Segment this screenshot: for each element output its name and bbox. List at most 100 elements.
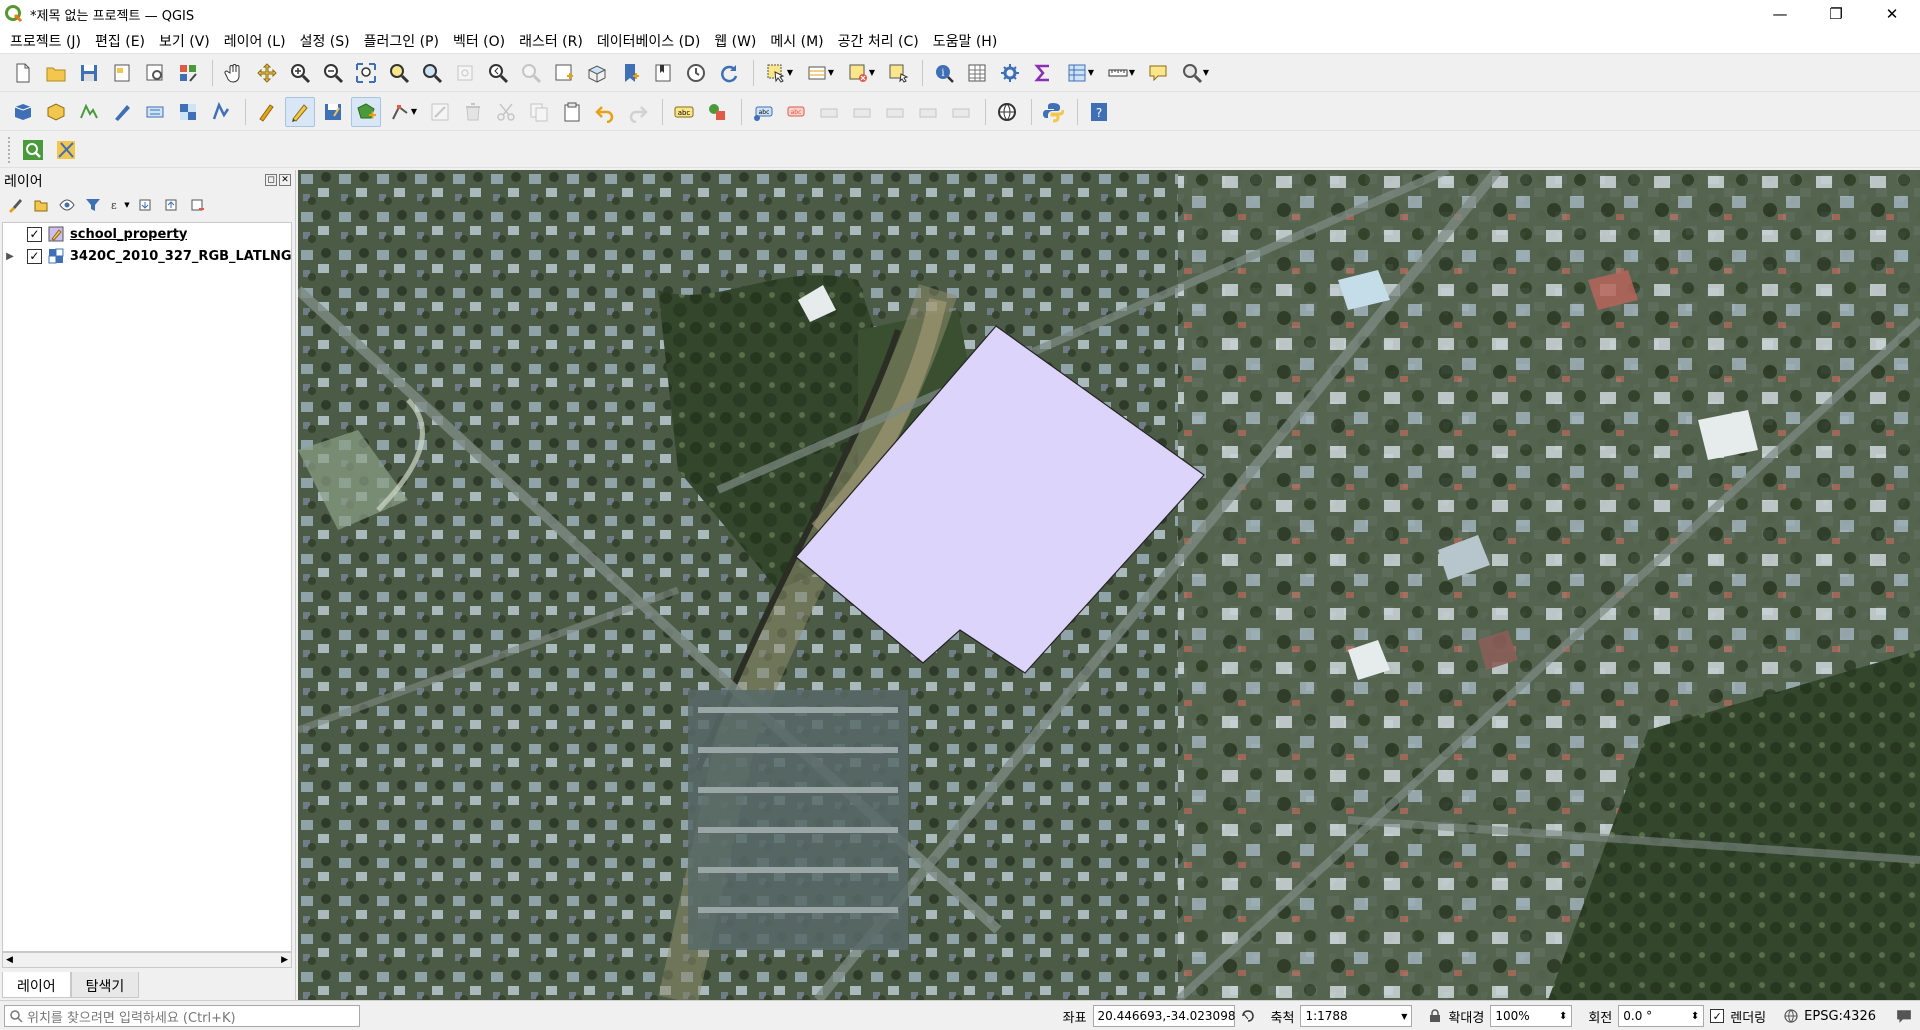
cut-features-button[interactable] — [491, 97, 521, 127]
attribute-table-button[interactable] — [962, 58, 992, 88]
select-by-location-button[interactable] — [883, 58, 913, 88]
new-print-layout-button[interactable] — [107, 58, 137, 88]
data-source-manager-button[interactable] — [8, 97, 38, 127]
filter-legend-button[interactable] — [82, 194, 104, 216]
expand-all-button[interactable] — [134, 194, 156, 216]
magnifier-spinbox[interactable]: 100% ⬍ — [1490, 1005, 1573, 1027]
delete-selected-button[interactable] — [458, 97, 488, 127]
map-tips-button[interactable] — [1143, 58, 1173, 88]
style-manager-button[interactable] — [173, 58, 203, 88]
panel-float-button[interactable]: ◻ — [265, 174, 277, 186]
manage-map-themes-button[interactable] — [56, 194, 78, 216]
zoom-last-button[interactable] — [483, 58, 513, 88]
layer-item-school-property[interactable]: ✓ school_property — [3, 223, 291, 245]
menu-vector[interactable]: 벡터 (O) — [449, 31, 515, 51]
modify-attributes-button[interactable] — [425, 97, 455, 127]
layer-visibility-checkbox[interactable]: ✓ — [27, 226, 42, 242]
open-project-button[interactable] — [41, 58, 71, 88]
tab-layers[interactable]: 레이어 — [2, 972, 71, 998]
refresh-button[interactable] — [714, 58, 744, 88]
lock-scale-icon[interactable] — [1428, 1009, 1442, 1023]
new-virtual-layer-button[interactable] — [140, 97, 170, 127]
open-field-calculator-button[interactable]: ▼ — [1061, 58, 1099, 88]
menu-settings[interactable]: 설정 (S) — [296, 31, 360, 51]
show-unplaced-labels-button[interactable] — [946, 97, 976, 127]
processing-toolbox-button[interactable] — [995, 58, 1025, 88]
vertex-tool-button[interactable]: ▼ — [384, 97, 422, 127]
menu-layer[interactable]: 레이어 (L) — [220, 31, 296, 51]
minimize-button[interactable]: — — [1752, 0, 1808, 28]
close-button[interactable]: ✕ — [1864, 0, 1920, 28]
crs-globe-icon[interactable] — [1784, 1009, 1798, 1023]
measure-line-button[interactable]: ▼ — [1102, 58, 1140, 88]
spin-arrows-icon[interactable]: ⬍ — [1691, 1011, 1699, 1022]
new-spatial-bookmark-button[interactable] — [615, 58, 645, 88]
add-polygon-feature-button[interactable] — [351, 96, 381, 127]
rotate-label-button[interactable] — [847, 97, 877, 127]
save-project-button[interactable] — [74, 58, 104, 88]
current-edits-button[interactable] — [252, 97, 282, 127]
new-3d-map-view-button[interactable] — [582, 58, 612, 88]
menu-plugins[interactable]: 플러그인 (P) — [360, 31, 449, 51]
new-shapefile-layer-button[interactable] — [74, 97, 104, 127]
menu-web[interactable]: 웹 (W) — [710, 31, 766, 51]
scale-combobox[interactable]: 1:1788 ▼ — [1300, 1005, 1413, 1027]
menu-help[interactable]: 도움말 (H) — [929, 31, 1008, 51]
coordinate-field[interactable]: 20.446693,-34.023098 — [1092, 1005, 1235, 1027]
paste-features-button[interactable] — [557, 97, 587, 127]
identify-features-button[interactable]: i — [929, 58, 959, 88]
add-group-button[interactable] — [30, 194, 52, 216]
toggle-editing-button[interactable] — [285, 96, 315, 127]
layer-diagram-button[interactable] — [702, 97, 732, 127]
zoom-to-selection-button[interactable] — [384, 58, 414, 88]
toolbar-grip[interactable] — [8, 136, 12, 163]
collapse-all-button[interactable] — [160, 194, 182, 216]
filter-by-expression-button[interactable]: ε ▼ — [108, 194, 130, 216]
pin-labels-button[interactable]: abc — [748, 97, 778, 127]
new-project-button[interactable] — [8, 58, 38, 88]
remove-layer-button[interactable] — [186, 194, 208, 216]
move-label-button[interactable] — [814, 97, 844, 127]
add-vector-layer-button[interactable] — [206, 97, 236, 127]
select-by-value-button[interactable]: ▼ — [801, 58, 839, 88]
zoom-to-layer-button[interactable] — [417, 58, 447, 88]
new-geopackage-layer-button[interactable] — [41, 97, 71, 127]
render-checkbox[interactable]: ✓ — [1710, 1009, 1725, 1023]
show-bookmarks-button[interactable] — [648, 58, 678, 88]
temporal-controller-button[interactable] — [681, 58, 711, 88]
copy-features-button[interactable] — [524, 97, 554, 127]
zoom-full-button[interactable] — [351, 58, 381, 88]
map-canvas[interactable] — [298, 170, 1920, 1000]
python-console-button[interactable] — [1038, 97, 1068, 127]
change-label-button[interactable] — [880, 97, 910, 127]
map-canvas-svg[interactable] — [298, 170, 1920, 1000]
zoom-in-button[interactable] — [285, 58, 315, 88]
zoom-next-button[interactable] — [516, 58, 546, 88]
menu-project[interactable]: 프로젝트 (J) — [6, 31, 91, 51]
pan-map-button[interactable] — [219, 58, 249, 88]
layer-visibility-checkbox[interactable]: ✓ — [26, 248, 42, 264]
undo-button[interactable] — [590, 97, 620, 127]
locator-zoom-button[interactable]: ▼ — [1176, 58, 1214, 88]
layer-labeling-button[interactable]: abc — [669, 97, 699, 127]
help-contents-button[interactable]: ? — [1084, 97, 1114, 127]
plugin-search-button[interactable] — [18, 135, 48, 165]
menu-edit[interactable]: 편집 (E) — [91, 31, 155, 51]
menu-raster[interactable]: 래스터 (R) — [515, 31, 593, 51]
messages-icon[interactable] — [1896, 1008, 1912, 1024]
open-layer-styling-button[interactable] — [4, 194, 26, 216]
layout-manager-button[interactable] — [140, 58, 170, 88]
zoom-native-button[interactable] — [450, 58, 480, 88]
scroll-right-icon[interactable]: ▶ — [281, 955, 288, 965]
deselect-button[interactable]: ▼ — [842, 58, 880, 88]
spin-arrows-icon[interactable]: ⬍ — [1559, 1011, 1567, 1022]
menu-processing[interactable]: 공간 처리 (C) — [834, 31, 929, 51]
menu-database[interactable]: 데이터베이스 (D) — [593, 31, 710, 51]
tab-browser[interactable]: 탐색기 — [70, 972, 140, 998]
plugin-tool-button[interactable] — [51, 135, 81, 165]
menu-view[interactable]: 보기 (V) — [155, 31, 220, 51]
restore-button[interactable]: ❐ — [1808, 0, 1864, 28]
metasearch-button[interactable] — [992, 97, 1022, 127]
save-layer-edits-button[interactable] — [318, 97, 348, 127]
toggle-extents-icon[interactable] — [1241, 1009, 1255, 1023]
